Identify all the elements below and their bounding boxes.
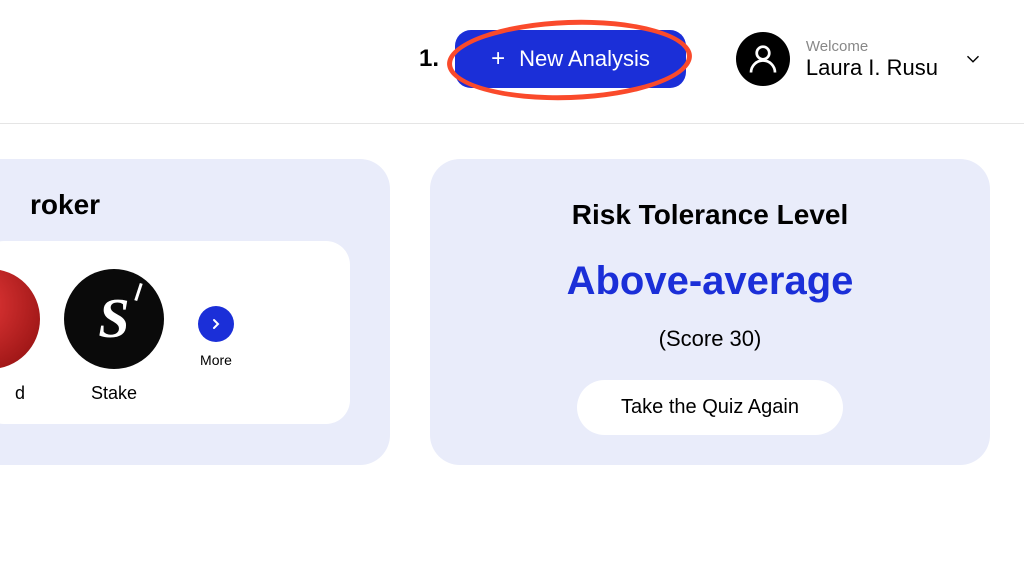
take-quiz-button[interactable]: Take the Quiz Again [577,380,843,435]
new-analysis-button[interactable]: + New Analysis [455,30,686,88]
new-analysis-label: New Analysis [519,46,650,72]
risk-card: Risk Tolerance Level Above-average (Scor… [430,159,990,465]
broker-label: Stake [91,383,137,404]
broker-list: d S Stake More [0,241,350,424]
stake-tick-icon [134,283,142,301]
broker-logo-stake: S [64,269,164,369]
risk-title: Risk Tolerance Level [572,199,849,231]
broker-card-title: roker [30,189,350,221]
chevron-right-icon [208,316,224,332]
broker-item[interactable]: d [0,269,40,404]
more-circle [198,306,234,342]
chevron-down-icon [962,48,984,70]
welcome-label: Welcome [806,38,938,55]
more-label: More [200,352,232,368]
avatar [736,32,790,86]
stake-letter-icon: S [98,287,129,351]
broker-card: roker d S Stake More [0,159,390,465]
user-menu[interactable]: Welcome Laura I. Rusu [736,32,984,86]
broker-logo-red [0,269,40,369]
content-area: roker d S Stake More [0,124,1024,465]
header-bar: 1. + New Analysis Welcome Laura I. Rusu [0,0,1024,124]
new-analysis-group: 1. + New Analysis [419,30,686,88]
broker-item[interactable]: S Stake [64,269,164,404]
risk-level: Above-average [567,259,854,304]
user-text: Welcome Laura I. Rusu [806,38,938,81]
more-button[interactable]: More [198,306,234,368]
risk-score: (Score 30) [659,326,762,352]
person-icon [745,41,781,77]
plus-icon: + [491,47,505,71]
step-number: 1. [419,45,439,73]
user-name: Laura I. Rusu [806,55,938,81]
broker-label: d [15,383,25,404]
